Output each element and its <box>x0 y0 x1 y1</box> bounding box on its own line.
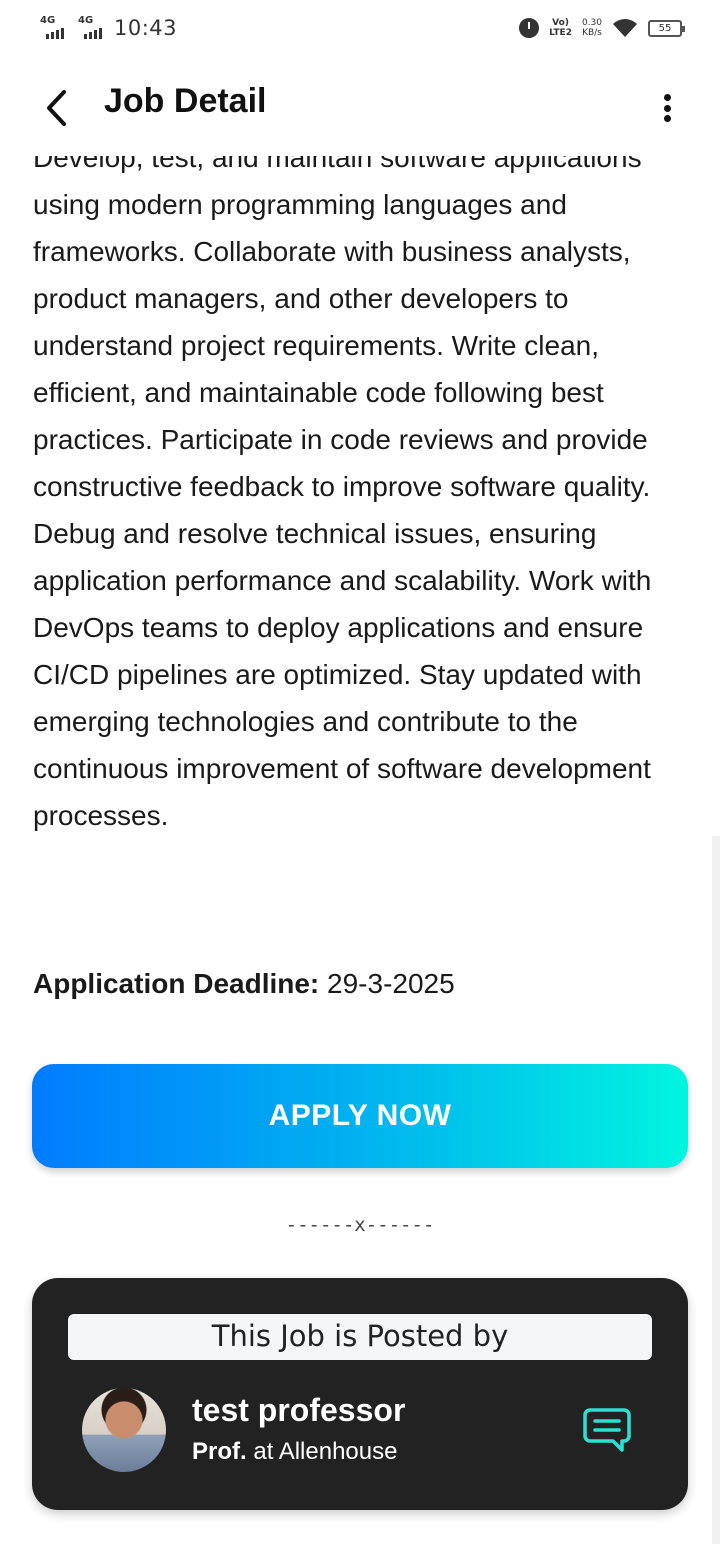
battery-icon: 55 <box>648 19 685 37</box>
section-divider: ------x------ <box>285 1214 435 1236</box>
clock: 10:43 <box>114 16 178 40</box>
deadline-value: 29-3-2025 <box>327 968 455 999</box>
application-deadline: Application Deadline: 29-3-2025 <box>33 968 455 1000</box>
app-bar: Job Detail <box>0 56 720 156</box>
signal-1-icon: 4G <box>40 15 64 39</box>
poster-role: Prof. at Allenhouse <box>192 1438 398 1465</box>
apply-now-button[interactable]: APPLY NOW <box>32 1064 688 1168</box>
chevron-left-icon <box>47 90 66 126</box>
chat-bubble-icon <box>583 1408 631 1452</box>
wifi-icon <box>613 19 637 37</box>
chat-button[interactable] <box>582 1406 632 1454</box>
avatar[interactable] <box>82 1388 166 1472</box>
status-bar: 4G 4G 10:43 Vo) LTE2 0.30 KB/s 55 <box>0 0 720 56</box>
poster-card: This Job is Posted by test professor Pro… <box>32 1278 688 1510</box>
job-description: Develop, test, and maintain software app… <box>33 156 652 831</box>
page-title: Job Detail <box>104 82 267 120</box>
back-button[interactable] <box>36 86 76 130</box>
volte-indicator: Vo) LTE2 <box>549 18 572 38</box>
deadline-label: Application Deadline: <box>33 968 320 999</box>
posted-by-heading: This Job is Posted by <box>68 1314 652 1360</box>
scrollbar[interactable] <box>712 836 720 1544</box>
scroll-content[interactable]: Develop, test, and maintain software app… <box>0 156 720 936</box>
poster-name: test professor <box>192 1392 406 1428</box>
alarm-icon <box>519 18 540 38</box>
status-left: 4G 4G 10:43 <box>40 15 178 40</box>
more-options-button[interactable] <box>652 90 682 126</box>
network-speed: 0.30 KB/s <box>581 18 602 38</box>
signal-2-icon: 4G <box>78 15 102 39</box>
more-vertical-icon <box>663 94 671 101</box>
status-right: Vo) LTE2 0.30 KB/s 55 <box>519 18 685 38</box>
